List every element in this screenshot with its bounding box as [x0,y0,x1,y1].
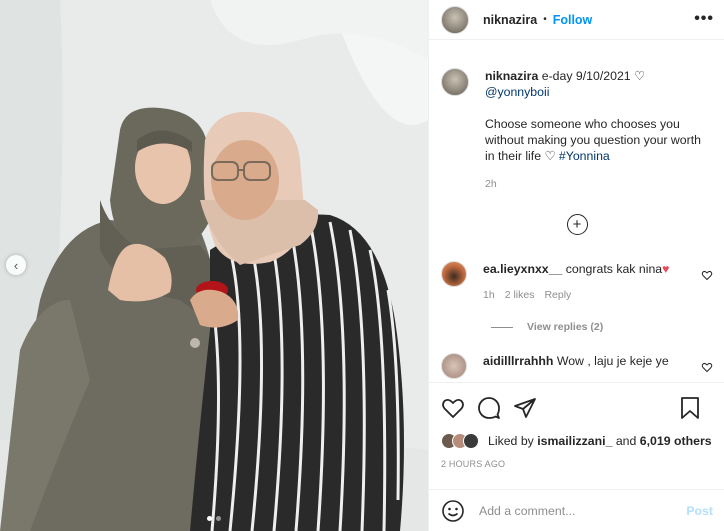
liked-by-user[interactable]: ismailizzani_ [537,434,612,448]
likes-conjunction: and [615,434,637,448]
comment-icon[interactable] [477,396,501,420]
view-replies-button[interactable]: View replies (2) [491,321,713,333]
likes-prefix: Liked by [488,434,534,448]
caption-body: niknazira e-day 9/10/2021 ♡ @yonnyboii C… [485,68,713,192]
post-header: niknazira • Follow ••• [429,0,724,40]
plus-circle-icon[interactable]: + [566,214,588,235]
heart-icon[interactable] [701,361,713,373]
heart-outline-emoji-icon: ♡ [634,69,646,83]
comment-input[interactable] [479,503,687,518]
post-timestamp[interactable]: 2 HOURS AGO [441,459,713,469]
comment-time[interactable]: 1h [483,287,495,303]
carousel-dot [207,516,212,521]
avatar[interactable] [441,353,467,379]
avatar[interactable] [441,5,469,34]
likes-summary: Liked by ismailizzani_ and 6,019 others [441,433,713,449]
post-username[interactable]: niknazira [483,13,537,27]
caption-text: e-day 9/10/2021 [541,69,631,83]
bookmark-icon[interactable] [679,396,701,420]
carousel-dot [216,516,221,521]
carousel-indicator [0,516,428,521]
comment-item: ea.lieyxnxx__ congrats kak nina♥ 1h 2 li… [441,261,713,303]
caption-hashtag[interactable]: #Yonnina [559,149,610,163]
post-actions: Liked by ismailizzani_ and 6,019 others … [429,382,724,469]
post-comment-button[interactable]: Post [686,504,713,518]
comment-text: congrats kak nina [565,262,663,276]
heart-outline-emoji-icon: ♡ [544,149,556,163]
divider [491,326,513,328]
load-more-comments[interactable]: + [441,214,713,235]
more-options-icon[interactable]: ••• [694,10,714,28]
share-icon[interactable] [513,396,537,420]
action-icons [441,395,713,421]
heart-icon[interactable] [441,396,465,420]
chevron-left-icon: ‹ [13,257,19,273]
post-photo[interactable]: ‹ [0,0,428,531]
likes-count[interactable]: 6,019 others [640,434,712,448]
post-panel: niknazira • Follow ••• niknazira e-day 9… [428,0,724,531]
photo-illustration [0,0,428,531]
comment-username[interactable]: ea.lieyxnxx__ [483,262,562,276]
reply-button[interactable]: Reply [544,287,571,303]
previous-photo-button[interactable]: ‹ [6,255,26,275]
liker-avatars [441,433,479,449]
comment-meta: 1h 2 likes Reply [483,287,693,303]
comment-body: aidilllrrahhh Wow , laju je keje ye [483,353,693,379]
comment-body: ea.lieyxnxx__ congrats kak nina♥ 1h 2 li… [483,261,693,303]
heart-icon[interactable] [701,269,713,281]
comment-item: aidilllrrahhh Wow , laju je keje ye [441,353,713,379]
avatar [463,433,479,449]
caption-mention[interactable]: @yonnyboii [485,85,549,99]
caption-username[interactable]: niknazira [485,69,538,83]
follow-button[interactable]: Follow [553,13,593,27]
comment-likes[interactable]: 2 likes [505,287,535,303]
red-heart-emoji-icon: ♥ [662,262,670,276]
comment-text: Wow , laju je keje ye [556,354,669,368]
separator: • [543,14,547,25]
caption-time[interactable]: 2h [485,176,713,192]
avatar[interactable] [441,68,469,96]
add-comment-bar: Post [429,489,724,531]
avatar[interactable] [441,261,467,287]
comment-username[interactable]: aidilllrrahhh [483,354,553,368]
view-replies-label: View replies (2) [527,321,604,333]
post-caption: niknazira e-day 9/10/2021 ♡ @yonnyboii C… [441,68,713,192]
comments-section[interactable]: niknazira e-day 9/10/2021 ♡ @yonnyboii C… [429,40,724,382]
emoji-icon[interactable] [441,499,465,523]
